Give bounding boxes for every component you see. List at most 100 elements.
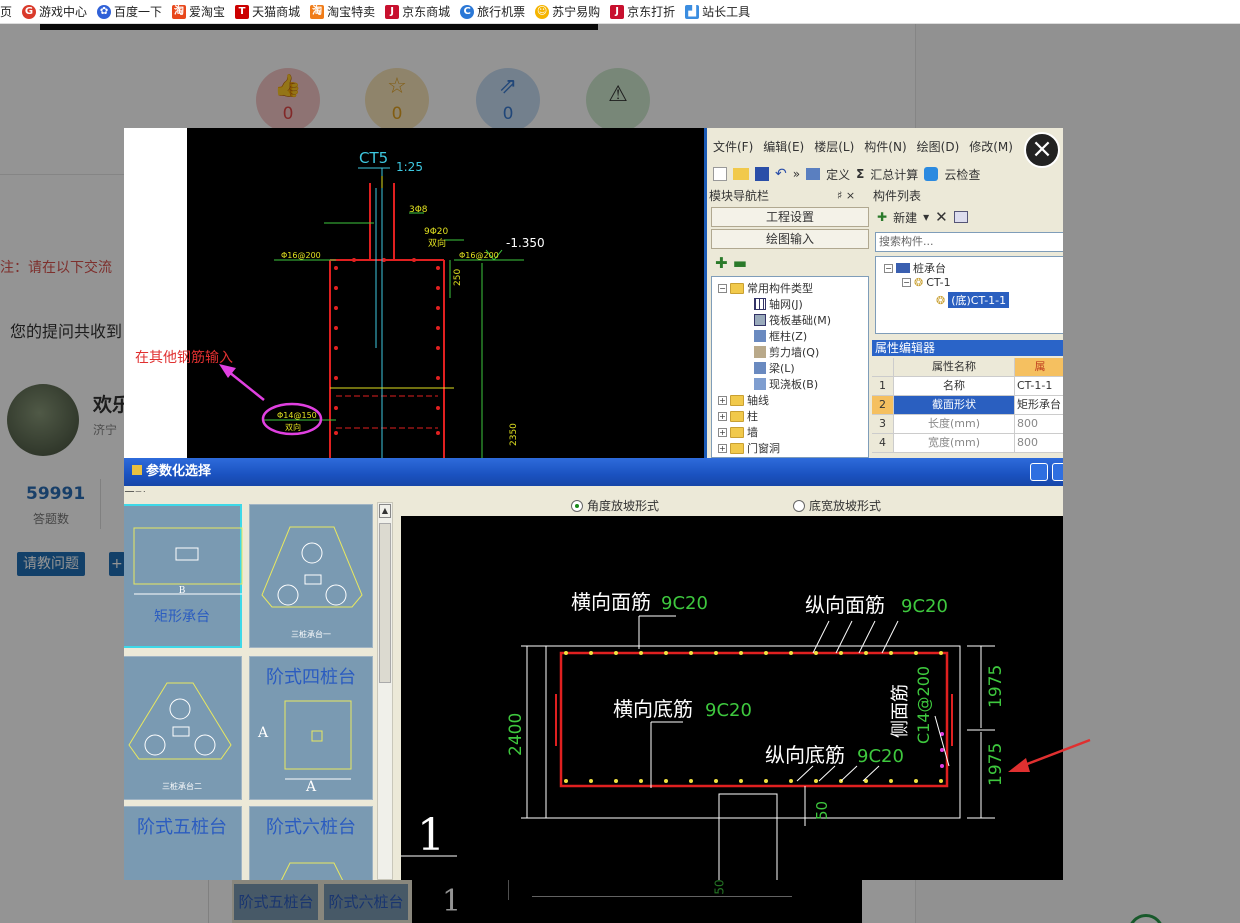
bot-v-value: 9C20 [857, 746, 904, 767]
new-component-button[interactable]: 新建 [893, 209, 917, 226]
component-search-input[interactable]: 搜索构件... [875, 232, 1063, 252]
gear-icon: ❂ [936, 293, 946, 307]
property-row[interactable]: 1 名称 CT-1-1 [872, 377, 1063, 396]
row-no: 1 [872, 377, 894, 395]
bookmark-taobao-sale[interactable]: 淘淘宝特卖 [310, 3, 375, 20]
close-icon: × [1031, 134, 1053, 164]
save-icon[interactable] [755, 167, 769, 181]
dim-label: 2350 [509, 423, 519, 446]
raft-icon [754, 314, 766, 326]
property-row[interactable]: 2 截面形状 矩形承台 [872, 396, 1063, 415]
bookmark-label: 淘宝特卖 [327, 5, 376, 19]
folder-icon [730, 410, 744, 422]
tree-ct1-1-selected[interactable]: (底)CT-1-1 [948, 292, 1010, 308]
property-row[interactable]: 4 宽度(mm) 800 [872, 434, 1063, 453]
expand-all-icon[interactable]: ✚ ▬ [715, 254, 747, 272]
menu-floor[interactable]: 楼层(L) [814, 138, 854, 155]
row-name: 长度(mm) [894, 415, 1015, 433]
bookmarks-bar: 页 G 游戏中心 ✿ 百度一下 淘爱淘宝 T 天猫商城 淘淘宝特卖 J 京东商城 C 旅行… [0, 0, 1240, 24]
menu-component[interactable]: 构件(N) [864, 138, 906, 155]
menu-file[interactable]: 文件(F) [713, 138, 753, 155]
more-icon[interactable]: » [793, 167, 800, 181]
bookmark-0-label: 页 [0, 5, 13, 19]
tree-wall[interactable]: 墙 [747, 424, 758, 440]
menu-modify[interactable]: 修改(M) [969, 138, 1013, 155]
toolbar: ↶ » 定义 Σ 汇总计算 云检查 [707, 162, 1063, 186]
minimize-button[interactable] [1030, 463, 1048, 481]
bot-h-label: 横向底筋 [613, 697, 693, 721]
paw-icon: ✿ [97, 4, 112, 19]
copy-icon[interactable] [953, 211, 968, 223]
menu-edit[interactable]: 编辑(E) [763, 138, 804, 155]
tree-openings[interactable]: 门窗洞 [747, 440, 780, 456]
tree-slab[interactable]: 现浇板(B) [769, 376, 818, 392]
beam-icon [754, 362, 766, 374]
tree-axis[interactable]: 轴线 [747, 392, 769, 408]
tree-column[interactable]: 框柱(Z) [769, 328, 807, 344]
dim-right-2: 1975 [986, 743, 1006, 786]
project-settings-button[interactable]: 工程设置 [711, 207, 869, 227]
close-button[interactable]: × [1024, 132, 1060, 168]
open-folder-icon[interactable] [733, 168, 749, 180]
tree-col[interactable]: 柱 [747, 408, 758, 424]
rebar-label: 双向 [428, 237, 446, 249]
calc-button[interactable]: 汇总计算 [870, 166, 918, 183]
draw-input-button[interactable]: 绘图输入 [711, 229, 869, 249]
tile-step-six-pile[interactable]: 阶式六桩台 [249, 806, 373, 880]
bookmark-tmall[interactable]: T 天猫商城 [235, 3, 300, 20]
bookmark-game-center[interactable]: G 游戏中心 [22, 3, 87, 20]
tile-step-four-pile[interactable]: 阶式四桩台 A A [249, 656, 373, 800]
property-row[interactable]: 3 长度(mm) 800 [872, 415, 1063, 434]
plane-icon: C [460, 4, 475, 19]
gallery-scrollbar[interactable]: ▲ [377, 502, 393, 880]
tree-ct1[interactable]: CT-1 [926, 276, 950, 289]
tree-beam[interactable]: 梁(L) [769, 360, 795, 376]
tile-rect-cap[interactable]: B 矩形承台 [124, 504, 243, 648]
tile-step-five-pile[interactable]: 阶式五桩台 [124, 806, 242, 880]
undo-icon[interactable]: ↶ [775, 166, 787, 182]
bookmark-webmaster[interactable]: ▟ 站长工具 [685, 3, 750, 20]
delete-icon[interactable]: ✕ [935, 208, 948, 226]
bookmark-baidu[interactable]: ✿ 百度一下 [97, 3, 162, 20]
scroll-thumb[interactable] [379, 523, 391, 683]
bookmark-aitaobao[interactable]: 淘爱淘宝 [172, 3, 225, 20]
folder-icon [730, 442, 744, 454]
top-h-value: 9C20 [661, 593, 708, 614]
bookmark-label: 游戏中心 [39, 5, 88, 19]
row-value[interactable]: CT-1-1 [1015, 377, 1063, 395]
tree-shear-wall[interactable]: 剪力墙(Q) [769, 344, 819, 360]
bookmark-label: 爱淘宝 [189, 5, 226, 19]
radio-angle-slope[interactable]: 角度放坡形式 [571, 497, 659, 514]
menu-draw[interactable]: 绘图(D) [917, 138, 960, 155]
tree-pile-cap[interactable]: 桩承台 [913, 260, 946, 276]
row-value[interactable]: 矩形承台 [1015, 396, 1063, 414]
tree-common-types[interactable]: 常用构件类型 [747, 280, 813, 296]
top-v-label: 纵向面筋 [805, 593, 885, 617]
bookmark-suning[interactable]: ☺ 苏宁易购 [535, 3, 600, 20]
chevron-down-icon[interactable]: ▾ [923, 210, 929, 224]
new-file-icon[interactable] [713, 167, 727, 181]
radio-base-width-slope[interactable]: 底宽放坡形式 [793, 497, 881, 514]
taobao-icon: 淘 [310, 4, 325, 19]
scroll-up-icon[interactable]: ▲ [379, 504, 391, 518]
row-value[interactable]: 800 [1015, 415, 1063, 433]
tree-raft[interactable]: 筏板基础(M) [769, 312, 831, 328]
bookmark-jd[interactable]: J 京东商城 [385, 3, 450, 20]
nav-pin-close[interactable]: ♯ × [837, 189, 855, 203]
rebar-label: 9Φ20 [424, 227, 449, 237]
jd-icon: J [610, 4, 625, 19]
chart-icon: ▟ [685, 4, 700, 19]
bookmark-0[interactable]: 页 [0, 3, 12, 20]
cad-scale: 1:25 [396, 160, 423, 174]
dialog-title: 参数化选择 [146, 464, 212, 479]
define-button[interactable]: 定义 [826, 166, 850, 183]
tree-axis-grid[interactable]: 轴网(J) [769, 296, 803, 312]
bookmark-travel[interactable]: C 旅行机票 [460, 3, 525, 20]
bookmark-jd-discount[interactable]: J 京东打折 [610, 3, 675, 20]
col-no [872, 358, 894, 376]
cloud-check-button[interactable]: 云检查 [944, 166, 980, 183]
maximize-button[interactable] [1052, 463, 1063, 481]
cad-section-drawing: CT5 1:25 3Φ8 9Φ20 双向 Φ16@200 Φ16@200 Φ14… [124, 128, 690, 458]
row-value[interactable]: 800 [1015, 434, 1063, 452]
tile-three-pile-1[interactable]: 三桩承台一 [249, 504, 373, 648]
